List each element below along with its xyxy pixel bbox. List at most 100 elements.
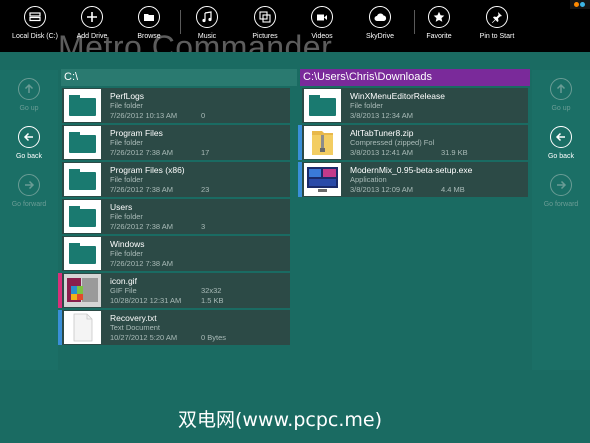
left-go-back-button[interactable]: Go back xyxy=(0,126,58,168)
left-go-forward-label: Go forward xyxy=(11,201,47,208)
folder-icon xyxy=(69,169,96,190)
file-row[interactable]: Windows File folder 7/26/2012 7:38 AM xyxy=(62,236,290,271)
file-count: 17 xyxy=(201,148,210,157)
selection-indicator xyxy=(58,310,62,345)
file-row[interactable]: ModernMix_0.95-beta-setup.exe Applicatio… xyxy=(298,162,528,197)
file-row[interactable]: Recovery.txt Text Document 10/27/2012 5:… xyxy=(58,310,290,345)
right-go-back-button[interactable]: Go back xyxy=(532,126,590,168)
file-name: icon.gif xyxy=(110,276,137,286)
file-row[interactable]: Users File folder 7/26/2012 7:38 AM 3 xyxy=(62,199,290,234)
folder-thumbnail xyxy=(64,126,101,159)
add-drive-label: Add Drive xyxy=(76,33,108,40)
folder-icon xyxy=(138,6,160,28)
local-disk-label: Local Disk (C:) xyxy=(12,33,58,40)
file-date: 3/8/2013 12:09 AM xyxy=(350,185,413,194)
orange-dot-icon xyxy=(574,2,579,7)
file-row[interactable]: WinXMenuEditorRelease File folder 3/8/20… xyxy=(302,88,528,123)
file-type: File folder xyxy=(110,212,143,221)
music-label: Music xyxy=(197,33,217,40)
file-date: 3/8/2013 12:34 AM xyxy=(350,111,413,120)
file-count: 0 xyxy=(201,111,206,120)
favorite-label: Favorite xyxy=(426,33,452,40)
file-row[interactable]: AltTabTuner8.zip Compressed (zipped) Fol… xyxy=(298,125,528,160)
left-go-forward-button[interactable]: Go forward xyxy=(0,174,58,216)
file-count: 3 xyxy=(201,222,206,231)
zip-folder-icon xyxy=(304,126,341,159)
video-camera-icon xyxy=(311,6,333,28)
folder-thumbnail xyxy=(64,163,101,196)
left-path-bar[interactable]: C:\ xyxy=(61,69,297,86)
folder-icon xyxy=(309,95,336,116)
image-thumbnail xyxy=(64,274,101,307)
file-type: File folder xyxy=(110,138,143,147)
folder-thumbnail xyxy=(304,89,341,122)
right-path-bar[interactable]: C:\Users\Chris\Downloads xyxy=(300,69,530,86)
file-row[interactable]: icon.gif GIF File 32x32 10/28/2012 12:31… xyxy=(58,273,290,308)
folder-icon xyxy=(69,95,96,116)
arrow-left-icon xyxy=(18,126,40,148)
watermark: 双电网(www.pcpc.me) xyxy=(178,409,382,431)
right-go-forward-button[interactable]: Go forward xyxy=(532,174,590,216)
exe-thumbnail xyxy=(304,163,341,196)
file-size: 4.4 MB xyxy=(441,185,465,194)
arrow-up-icon xyxy=(18,78,40,100)
left-file-pane: C:\ PerfLogs File folder 7/26/2012 10:13… xyxy=(58,69,297,374)
zip-thumbnail xyxy=(304,126,341,159)
file-name: Windows xyxy=(110,239,145,249)
music-note-icon xyxy=(196,6,218,28)
file-name: AltTabTuner8.zip xyxy=(350,128,414,138)
right-go-forward-label: Go forward xyxy=(543,201,579,208)
file-name: ModernMix_0.95-beta-setup.exe xyxy=(350,165,473,175)
file-type: File folder xyxy=(350,101,383,110)
file-date: 7/26/2012 7:38 AM xyxy=(110,259,173,268)
file-name: PerfLogs xyxy=(110,91,145,101)
file-size: 0 Bytes xyxy=(201,333,227,342)
app-bar: Metro Commander Local Disk (C:) Add Driv… xyxy=(0,0,590,53)
corner-badge xyxy=(570,0,590,9)
drive-icon xyxy=(24,6,46,28)
right-go-up-label: Go up xyxy=(551,105,571,112)
folder-thumbnail xyxy=(64,200,101,233)
left-go-up-button[interactable]: Go up xyxy=(0,78,58,120)
left-go-up-label: Go up xyxy=(19,105,39,112)
right-go-up-button[interactable]: Go up xyxy=(532,78,590,120)
file-date: 10/27/2012 5:20 AM xyxy=(110,333,178,342)
file-date: 7/26/2012 7:38 AM xyxy=(110,148,173,157)
text-file-thumbnail xyxy=(64,311,101,344)
folder-icon xyxy=(69,206,96,227)
file-row[interactable]: Program Files (x86) File folder 7/26/201… xyxy=(62,162,290,197)
pin-to-start-button[interactable]: Pin to Start xyxy=(462,6,532,48)
arrow-left-icon xyxy=(550,126,572,148)
file-name: Recovery.txt xyxy=(110,313,157,323)
selection-indicator xyxy=(58,273,62,308)
left-go-back-label: Go back xyxy=(15,153,43,160)
file-type: Compressed (zipped) Fol xyxy=(350,138,435,147)
right-go-back-label: Go back xyxy=(547,153,575,160)
blue-dot-icon xyxy=(580,2,585,7)
pin-to-start-label: Pin to Start xyxy=(479,33,515,40)
text-document-icon xyxy=(64,311,101,344)
file-name: Users xyxy=(110,202,133,212)
file-date: 7/26/2012 7:38 AM xyxy=(110,222,173,231)
file-name: WinXMenuEditorRelease xyxy=(350,91,445,101)
file-type: File folder xyxy=(110,175,143,184)
image-dimensions: 32x32 xyxy=(201,286,222,295)
arrow-right-icon xyxy=(550,174,572,196)
file-name: Program Files xyxy=(110,128,163,138)
file-name: Program Files (x86) xyxy=(110,165,185,175)
selection-indicator xyxy=(298,125,302,160)
file-row[interactable]: Program Files File folder 7/26/2012 7:38… xyxy=(62,125,290,160)
browse-label: Browse xyxy=(137,33,161,40)
cloud-icon xyxy=(369,6,391,28)
pictures-icon xyxy=(254,6,276,28)
left-navigation: Go up Go back Go forward xyxy=(0,70,58,370)
file-date: 7/26/2012 7:38 AM xyxy=(110,185,173,194)
pin-icon xyxy=(486,6,508,28)
file-type: GIF File xyxy=(110,286,137,295)
file-date: 7/26/2012 10:13 AM xyxy=(110,111,178,120)
application-icon xyxy=(304,163,341,196)
file-size: 31.9 KB xyxy=(441,148,468,157)
folder-icon xyxy=(69,243,96,264)
right-file-pane: C:\Users\Chris\Downloads WinXMenuEditorR… xyxy=(298,69,530,374)
file-row[interactable]: PerfLogs File folder 7/26/2012 10:13 AM … xyxy=(62,88,290,123)
